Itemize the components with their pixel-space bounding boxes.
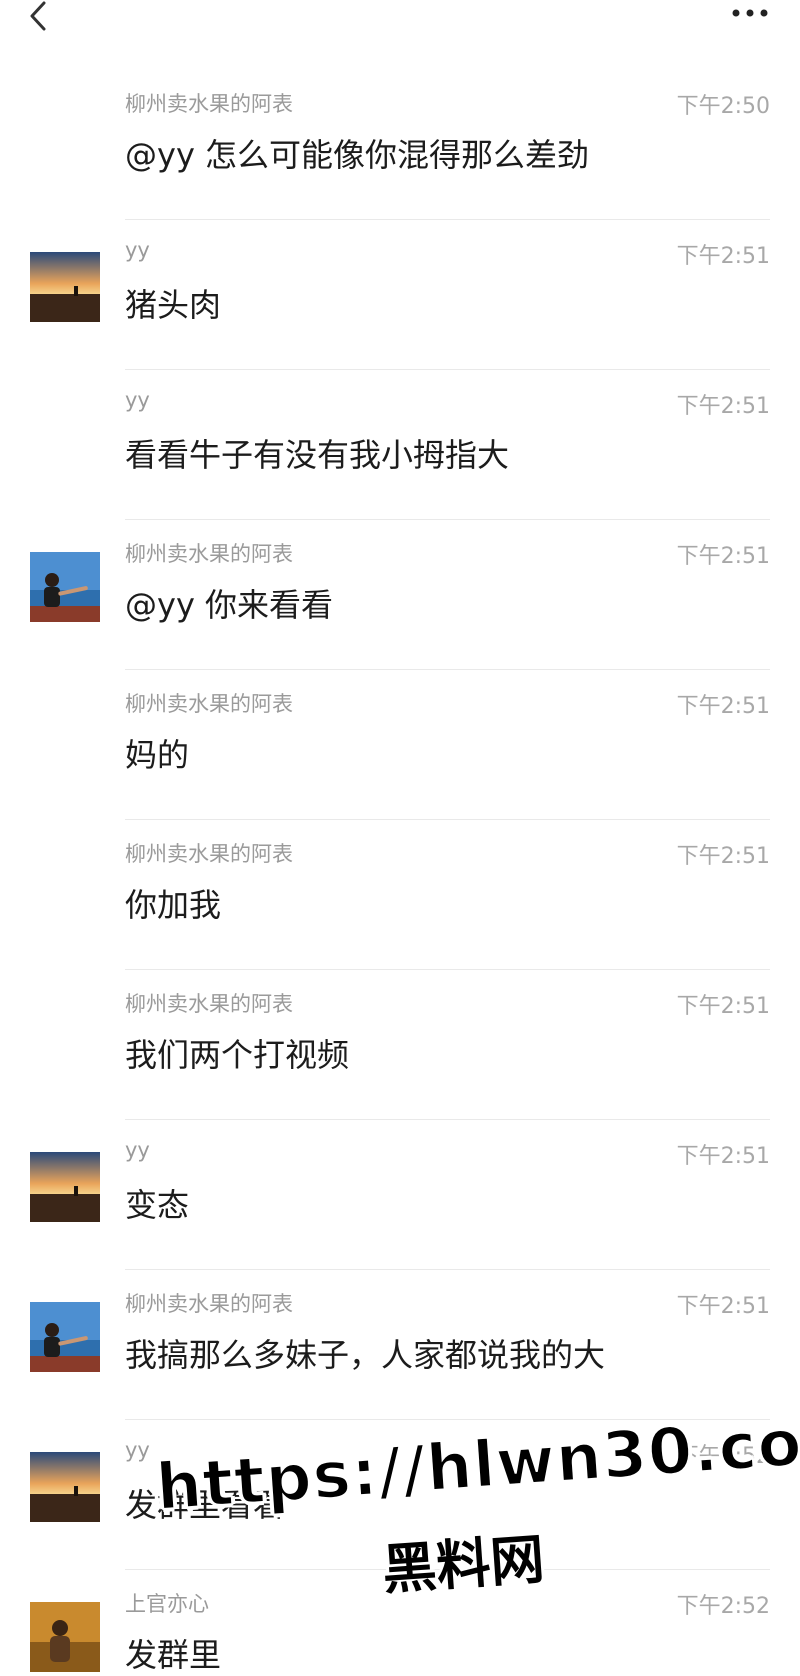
sender-name: 上官亦心 <box>125 1592 209 1616</box>
message-text: 发群里看看 <box>125 1486 286 1524</box>
message-text: 变态 <box>125 1186 190 1224</box>
sender-name: 柳州卖水果的阿表 <box>125 92 293 116</box>
message-time: 下午2:52 <box>676 1594 770 1619</box>
sunset-avatar-image <box>30 252 100 322</box>
message-text: @yy 怎么可能像你混得那么差劲 <box>125 136 590 174</box>
message-time: 下午2:51 <box>676 694 770 719</box>
avatar[interactable] <box>30 552 100 622</box>
message-text: 我搞那么多妹子，人家都说我的大 <box>125 1336 606 1374</box>
message-item[interactable]: 柳州卖水果的阿表 下午2:50 @yy 怎么可能像你混得那么差劲 <box>0 70 800 220</box>
sunset-avatar-image <box>30 1152 100 1222</box>
message-time: 下午2:52 <box>676 1444 770 1469</box>
avatar[interactable] <box>30 1602 100 1672</box>
sender-name: yy <box>125 1438 150 1462</box>
message-list: 柳州卖水果的阿表 下午2:50 @yy 怎么可能像你混得那么差劲 yy 下午2:… <box>0 0 800 1674</box>
message-time: 下午2:50 <box>676 94 770 119</box>
sunset-avatar-image <box>30 1452 100 1522</box>
message-time: 下午2:51 <box>676 844 770 869</box>
message-item[interactable]: 柳州卖水果的阿表 下午2:51 我搞那么多妹子，人家都说我的大 <box>0 1270 800 1420</box>
message-text: 看看牛子有没有我小拇指大 <box>125 436 510 474</box>
message-time: 下午2:51 <box>676 1144 770 1169</box>
sender-name: 柳州卖水果的阿表 <box>125 1292 293 1316</box>
message-text: 你加我 <box>125 886 222 924</box>
message-item[interactable]: 上官亦心 下午2:52 发群里 <box>0 1570 800 1674</box>
sender-name: 柳州卖水果的阿表 <box>125 692 293 716</box>
person-sea-avatar-image <box>30 552 100 622</box>
message-time: 下午2:51 <box>676 994 770 1019</box>
avatar[interactable] <box>30 1452 100 1522</box>
person-sea-avatar-image <box>30 1302 100 1372</box>
sender-name: 柳州卖水果的阿表 <box>125 842 293 866</box>
message-item[interactable]: yy 下午2:51 猪头肉 <box>0 220 800 370</box>
message-text: 发群里 <box>125 1636 222 1674</box>
message-time: 下午2:51 <box>676 544 770 569</box>
person-field-avatar-image <box>30 1602 100 1672</box>
message-time: 下午2:51 <box>676 244 770 269</box>
message-item[interactable]: 柳州卖水果的阿表 下午2:51 你加我 <box>0 820 800 970</box>
sender-name: yy <box>125 238 150 262</box>
message-text: 我们两个打视频 <box>125 1036 350 1074</box>
sender-name: 柳州卖水果的阿表 <box>125 542 293 566</box>
message-item[interactable]: 柳州卖水果的阿表 下午2:51 我们两个打视频 <box>0 970 800 1120</box>
message-item[interactable]: yy 下午2:51 看看牛子有没有我小拇指大 <box>0 370 800 520</box>
message-item[interactable]: 柳州卖水果的阿表 下午2:51 妈的 <box>0 670 800 820</box>
sender-name: yy <box>125 1138 150 1162</box>
message-time: 下午2:51 <box>676 394 770 419</box>
message-text: @yy 你来看看 <box>125 586 334 624</box>
message-item[interactable]: yy 下午2:52 发群里看看 <box>0 1420 800 1570</box>
message-item[interactable]: yy 下午2:51 变态 <box>0 1120 800 1270</box>
message-time: 下午2:51 <box>676 1294 770 1319</box>
message-item[interactable]: 柳州卖水果的阿表 下午2:51 @yy 你来看看 <box>0 520 800 670</box>
avatar[interactable] <box>30 252 100 322</box>
message-text: 猪头肉 <box>125 286 222 324</box>
avatar[interactable] <box>30 1152 100 1222</box>
sender-name: yy <box>125 388 150 412</box>
message-text: 妈的 <box>125 736 190 774</box>
sender-name: 柳州卖水果的阿表 <box>125 992 293 1016</box>
avatar[interactable] <box>30 1302 100 1372</box>
